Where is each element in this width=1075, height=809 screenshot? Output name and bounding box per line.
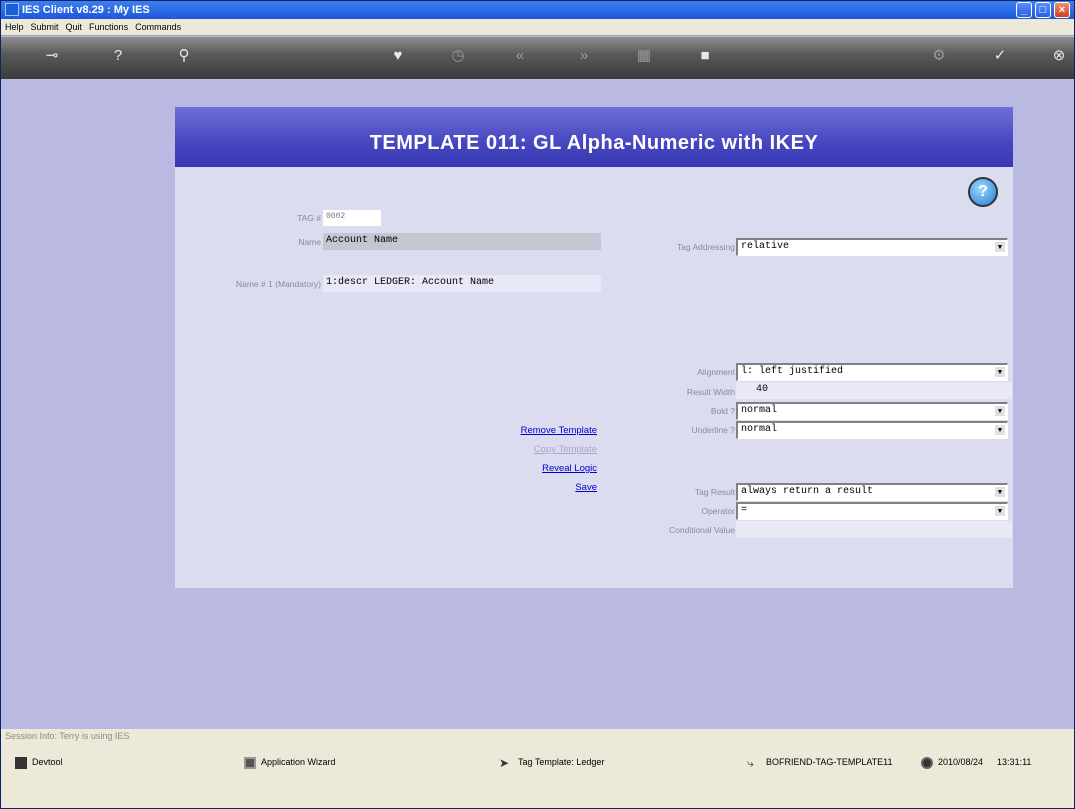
alignment-label: Alignment (697, 367, 735, 377)
frame-icon: ⤷ (747, 755, 754, 770)
alignment-value: l: left justified (741, 366, 844, 377)
tag-result-value: always return a result (741, 486, 874, 497)
maximize-button[interactable]: □ (1035, 2, 1051, 18)
wizard-icon (244, 756, 256, 769)
name-label: Name (298, 237, 321, 247)
clock-icon[interactable]: ◷ (447, 45, 469, 67)
heart-icon[interactable]: ♥ (387, 45, 409, 67)
bold-select[interactable]: normal ▼ (736, 402, 1008, 420)
operator-label: Operator (701, 506, 735, 516)
alignment-select[interactable]: l: left justified ▼ (736, 363, 1008, 381)
tag-number-field[interactable]: 0002 (323, 210, 381, 226)
minimize-button[interactable]: _ (1016, 2, 1032, 18)
chevron-down-icon[interactable]: ▼ (994, 505, 1006, 517)
wizard-label: Application Wizard (261, 757, 336, 767)
chevron-down-icon[interactable]: ▼ (994, 424, 1006, 436)
devtool-icon (15, 756, 27, 769)
devtool-button[interactable]: Devtool (15, 753, 63, 771)
devtool-label: Devtool (32, 757, 63, 767)
conditional-value-field[interactable] (736, 521, 1012, 538)
main-area: TEMPLATE 011: GL Alpha-Numeric with IKEY… (1, 79, 1074, 729)
chevron-down-icon[interactable]: ▼ (994, 366, 1006, 378)
settings-icon[interactable]: ⚙ (928, 45, 950, 67)
name1-field[interactable]: 1:descr LEDGER: Account Name (323, 275, 601, 292)
operator-select[interactable]: = ▼ (736, 502, 1008, 520)
underline-value: normal (741, 424, 778, 435)
copy-template-link[interactable]: Copy Template (425, 444, 597, 455)
save-link[interactable]: Save (425, 482, 597, 493)
help-icon[interactable]: ? (107, 45, 129, 67)
grid-icon[interactable]: ▦ (633, 45, 655, 67)
back-icon[interactable]: « (509, 45, 531, 67)
tag-label: TAG # (297, 213, 321, 223)
clock-icon (921, 756, 933, 769)
menu-functions[interactable]: Functions (85, 19, 131, 32)
time-label: 13:31:11 (997, 757, 1032, 767)
application-wizard-button[interactable]: Application Wizard (244, 753, 336, 771)
help-button[interactable]: ? (968, 177, 998, 207)
datetime: 2010/08/24 13:31:11 (921, 753, 1031, 771)
app-icon (5, 3, 19, 16)
frame-button[interactable]: ⤷ BOFRIEND-TAG-TEMPLATE11 (747, 753, 893, 771)
underline-select[interactable]: normal ▼ (736, 421, 1008, 439)
window-title: IES Client v8.29 : My IES (22, 4, 150, 16)
menu-commands[interactable]: Commands (131, 19, 184, 32)
tag-template-label: Tag Template: Ledger (518, 757, 605, 767)
reveal-logic-link[interactable]: Reveal Logic (425, 463, 597, 474)
menu-help[interactable]: Help (1, 19, 27, 32)
tag-addressing-value: relative (741, 241, 790, 252)
bold-label: Bold ? (710, 406, 735, 416)
tag-addressing-select[interactable]: relative ▼ (736, 238, 1008, 256)
search-icon[interactable]: ⚲ (173, 45, 195, 67)
result-width-field[interactable]: 40 (736, 382, 1012, 399)
date-label: 2010/08/24 (938, 757, 984, 767)
tag-icon: ➤ (499, 755, 510, 770)
template-panel: TEMPLATE 011: GL Alpha-Numeric with IKEY… (175, 107, 1013, 588)
tag-result-select[interactable]: always return a result ▼ (736, 483, 1008, 501)
check-icon[interactable]: ✓ (989, 45, 1011, 67)
name1-label: Name # 1 (Mandatory) (235, 279, 321, 289)
menu-quit[interactable]: Quit (62, 19, 86, 32)
bold-value: normal (741, 405, 778, 416)
frame-label: BOFRIEND-TAG-TEMPLATE11 (766, 757, 893, 767)
status-bar: Session Info: Terry is using IES Devtool… (1, 729, 1074, 808)
result-width-label: Result Width (686, 387, 735, 397)
title-bar[interactable]: IES Client v8.29 : My IES _ □ × (1, 1, 1074, 19)
conditional-value-label: Conditional Value (669, 525, 735, 535)
help-icon: ? (978, 183, 988, 200)
tag-addressing-label: Tag Addressing (676, 242, 735, 252)
close-icon[interactable]: ⊗ (1048, 45, 1070, 67)
stop-icon[interactable]: ■ (694, 45, 716, 67)
page-title: TEMPLATE 011: GL Alpha-Numeric with IKEY (175, 107, 1013, 167)
close-button[interactable]: × (1054, 2, 1070, 18)
menu-bar: Help Submit Quit Functions Commands (1, 19, 1074, 36)
toolbar: ⊸ ? ⚲ ♥ ◷ « » ▦ ■ ⚙ ✓ ⊗ (1, 37, 1074, 79)
key-icon[interactable]: ⊸ (37, 45, 67, 67)
remove-template-link[interactable]: Remove Template (425, 425, 597, 436)
chevron-down-icon[interactable]: ▼ (994, 405, 1006, 417)
tag-template-button[interactable]: ➤ Tag Template: Ledger (499, 753, 604, 771)
operator-value: = (741, 505, 748, 516)
name-field[interactable]: Account Name (323, 233, 601, 250)
application-window: IES Client v8.29 : My IES _ □ × Help Subm… (0, 0, 1075, 809)
menu-submit[interactable]: Submit (27, 19, 62, 32)
chevron-down-icon[interactable]: ▼ (994, 241, 1006, 253)
forward-icon[interactable]: » (573, 45, 595, 67)
chevron-down-icon[interactable]: ▼ (994, 486, 1006, 498)
tag-result-label: Tag Result (694, 487, 735, 497)
underline-label: Underline ? (691, 425, 735, 435)
session-info: Session Info: Terry is using IES (5, 731, 130, 741)
